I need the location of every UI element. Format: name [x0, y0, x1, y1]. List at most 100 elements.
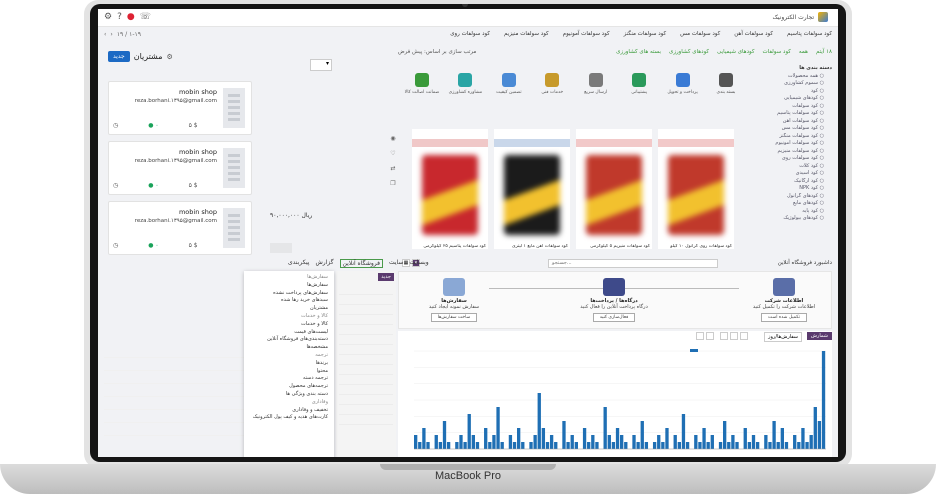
bar-chart-icon[interactable]: [740, 332, 748, 340]
menu-item[interactable]: دسته‌بندی‌های فروشگاه آنلاین: [250, 336, 328, 344]
customer-card[interactable]: mobin shop reza.borhani.۱۳۹۵@gmail.com ◷ ● …: [108, 201, 252, 255]
category-icon[interactable]: ارسال سریع: [578, 73, 614, 103]
tab-item[interactable]: پیکربندی: [288, 259, 309, 268]
menu-item[interactable]: برندها: [250, 360, 328, 368]
search-input[interactable]: جستجو...: [548, 259, 718, 268]
tree-item[interactable]: ○ کود پایه: [746, 208, 832, 216]
table-row[interactable]: [339, 305, 393, 315]
tab-category[interactable]: کود سولفات منیزیم: [504, 31, 549, 37]
tree-item[interactable]: ○ کود NPK: [746, 185, 832, 193]
table-row[interactable]: [339, 325, 393, 335]
tree-item[interactable]: ○ کود سولفات: [746, 103, 832, 111]
category-icon[interactable]: مشاوره کشاورزی: [447, 73, 483, 103]
tab-category[interactable]: کود سولفات مس: [680, 31, 720, 37]
app-logo[interactable]: تجارت الکترونیک: [772, 12, 828, 22]
tree-item[interactable]: ○ کود سولفات منگنز: [746, 133, 832, 141]
table-row[interactable]: [339, 285, 393, 295]
category-icon[interactable]: بسته بندی: [708, 73, 744, 103]
sort-label[interactable]: مرتب سازی بر اساس: پیش فرض: [398, 49, 476, 55]
sort-desc-icon[interactable]: [696, 332, 704, 340]
breadcrumb-item[interactable]: بسته های کشاورزی: [616, 49, 661, 55]
breadcrumb-item[interactable]: کودهای شیمیایی: [717, 49, 754, 55]
tree-item[interactable]: ○ کود سولفات منیزیم: [746, 148, 832, 156]
tree-item[interactable]: ○ کود سولفات روی: [746, 155, 832, 163]
tree-item[interactable]: ○ همه محصولات: [746, 73, 832, 81]
tree-item[interactable]: ○ کود اسیدی: [746, 170, 832, 178]
tree-item[interactable]: ○ کودهای گرانول: [746, 193, 832, 201]
menu-item[interactable]: تخفیف و وفاداری: [250, 407, 328, 415]
table-row[interactable]: [339, 345, 393, 355]
tree-item[interactable]: ○ کود ارگانیک: [746, 178, 832, 186]
menu-item[interactable]: کارت‌های هدیه و کیف پول الکترونیک: [250, 414, 328, 422]
tree-item[interactable]: ○ کود: [746, 88, 832, 96]
tree-item[interactable]: ○ کود سولفات آمونیوم: [746, 140, 832, 148]
tree-item[interactable]: ○ کود سولفات آهن: [746, 118, 832, 126]
table-row[interactable]: [339, 375, 393, 385]
product-card[interactable]: کود سولفات آهن مایع ۱ لیتری: [494, 129, 570, 249]
menu-item[interactable]: محتوا: [250, 368, 328, 376]
menu-item[interactable]: مشخصه‌ها: [250, 344, 328, 352]
range-select[interactable]: سفارش‌ها/روز: [764, 332, 802, 342]
tree-item[interactable]: ○ کودهای بیولوژیک: [746, 215, 832, 223]
step-button[interactable]: تکمیل شده است: [761, 313, 807, 322]
category-icon[interactable]: ضمانت اصالت کالا: [404, 73, 440, 103]
product-card[interactable]: کود سولفات منیزیم ۵ کیلوگرمی: [576, 129, 652, 249]
product-card[interactable]: کود سولفات پتاسیم ۲۵ کیلوگرمی: [412, 129, 488, 249]
pie-chart-icon[interactable]: [720, 332, 728, 340]
table-row[interactable]: [339, 335, 393, 345]
table-row[interactable]: [339, 355, 393, 365]
tab-category[interactable]: کود سولفات منگنز: [624, 31, 667, 37]
measure-button[interactable]: شمارش: [806, 332, 832, 340]
menu-item[interactable]: ترجمه دسته: [250, 375, 328, 383]
breadcrumb-item[interactable]: کودهای کشاورزی: [669, 49, 709, 55]
mid-select[interactable]: ▾: [310, 59, 332, 71]
table-row[interactable]: [339, 385, 393, 395]
category-icon[interactable]: تضمین کیفیت: [491, 73, 527, 103]
new-category-button[interactable]: جدید: [378, 273, 394, 281]
menu-item[interactable]: دسته بندی ویژگی ها: [250, 391, 328, 399]
tree-item[interactable]: ○ کودهای مایع: [746, 200, 832, 208]
menu-item[interactable]: ترجمه‌های محصول: [250, 383, 328, 391]
category-icon[interactable]: پشتیبانی: [621, 73, 657, 103]
menu-item[interactable]: سفارش‌ها: [250, 282, 328, 290]
tab-active[interactable]: فروشگاه آنلاین: [339, 259, 383, 268]
table-row[interactable]: [339, 415, 393, 425]
tab-category[interactable]: کود سولفات روی: [450, 31, 490, 37]
table-row[interactable]: [339, 405, 393, 415]
eye-icon[interactable]: ◉: [390, 135, 395, 142]
menu-item[interactable]: سبدهای خرید رها شده: [250, 297, 328, 305]
category-icon[interactable]: خدمات فنی: [534, 73, 570, 103]
tab-item[interactable]: وبسایت: [409, 259, 428, 268]
tab-category[interactable]: کود سولفات آهن: [734, 31, 773, 37]
menu-item[interactable]: کالا و خدمات: [250, 321, 328, 329]
chat-icon[interactable]: ●: [127, 12, 135, 22]
tree-item[interactable]: ○ کود سولفات پتاسیم: [746, 110, 832, 118]
gear-icon[interactable]: ⚙: [166, 53, 172, 61]
menu-item[interactable]: مشتریان: [250, 305, 328, 313]
table-row[interactable]: [339, 365, 393, 375]
tab-item[interactable]: سایت: [389, 259, 403, 268]
heart-icon[interactable]: ♡: [390, 150, 395, 157]
tree-item[interactable]: ○ کود سولفات مس: [746, 125, 832, 133]
table-row[interactable]: [339, 295, 393, 305]
step-button[interactable]: فعال‌سازی کنید: [592, 313, 636, 322]
tab-category[interactable]: کود سولفات آمونیوم: [563, 31, 610, 37]
table-row[interactable]: [339, 315, 393, 325]
tree-item[interactable]: ○ کودهای شیمیایی: [746, 95, 832, 103]
category-icon[interactable]: پرداخت و تحویل: [665, 73, 701, 103]
copy-icon[interactable]: ❐: [390, 180, 395, 187]
step-button[interactable]: ساخت سفارش‌ها: [430, 313, 478, 322]
product-card[interactable]: کود سولفات روی گرانول ۱۰ کیلو: [658, 129, 734, 249]
settings-icon[interactable]: ⚙: [104, 12, 112, 22]
compare-icon[interactable]: ⇄: [390, 165, 395, 172]
customer-card[interactable]: mobin shop reza.borhani.۱۳۹۵@gmail.com ◷ ● …: [108, 141, 252, 195]
tree-item[interactable]: ○ کود کلات: [746, 163, 832, 171]
sort-asc-icon[interactable]: [706, 332, 714, 340]
table-row[interactable]: [339, 395, 393, 405]
tab-item[interactable]: گزارش: [315, 259, 333, 268]
tab-category[interactable]: کود سولفات پتاسیم: [787, 31, 832, 37]
chevron-right-icon[interactable]: ›: [110, 31, 112, 38]
menu-item[interactable]: سفارش‌های پرداخت نشده: [250, 290, 328, 298]
store-dropdown[interactable]: داشبورد فروشگاه آنلاین: [778, 260, 832, 266]
new-customer-button[interactable]: جدید: [108, 51, 130, 62]
